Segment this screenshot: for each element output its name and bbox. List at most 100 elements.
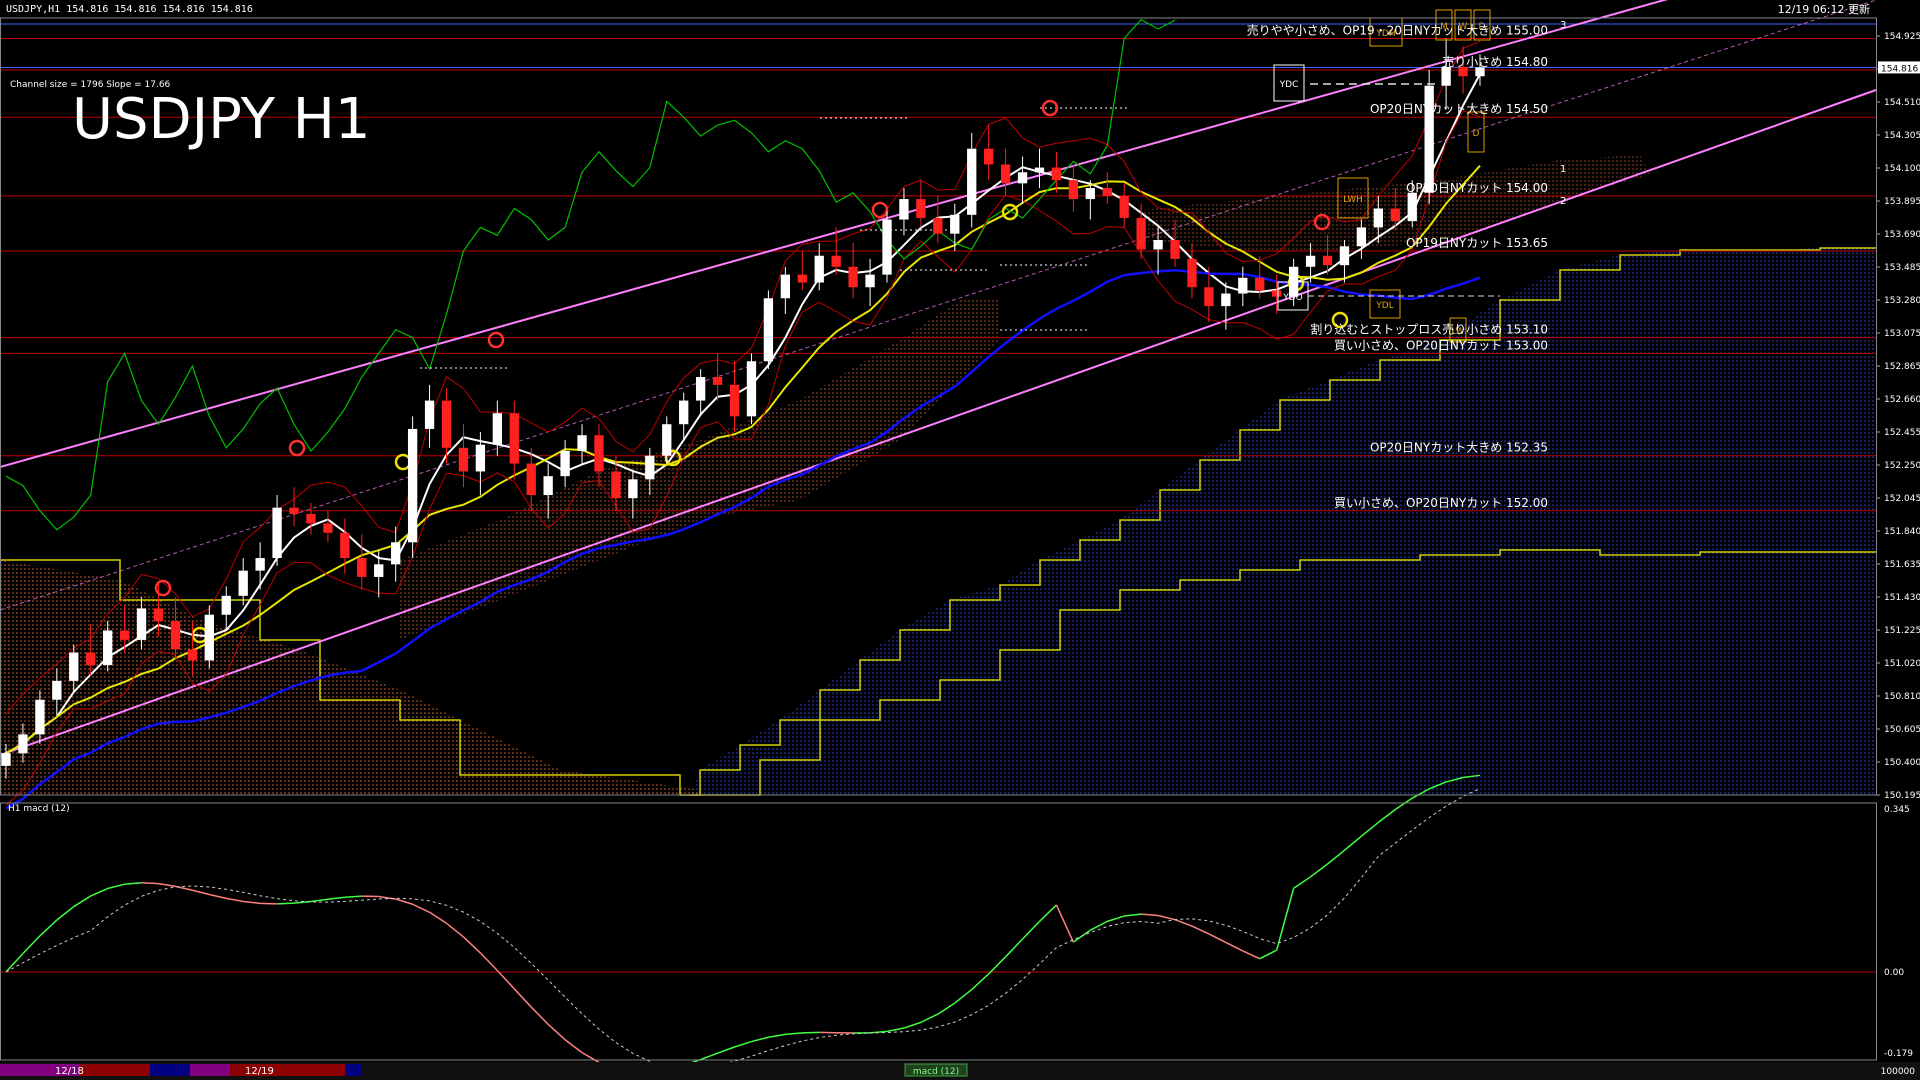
level-annotation: OP20日NYカット大きめ 152.35 (1370, 441, 1548, 455)
candle-body (289, 507, 299, 514)
candle-body (18, 734, 28, 754)
candle-body (865, 274, 875, 288)
candle-body (255, 558, 265, 571)
macd-signal (5, 788, 1481, 1070)
axis-tick-label: 154.305 (1884, 131, 1920, 141)
macd-line (344, 895, 362, 899)
macd-line (90, 887, 108, 897)
candle-body (679, 400, 689, 425)
macd-tick-label: 0.345 (1884, 805, 1910, 815)
session-segment (345, 1064, 362, 1076)
channel-mark: 3 (1560, 20, 1566, 31)
macd-line (5, 952, 24, 973)
macd-line (564, 1039, 583, 1054)
candle-body (119, 630, 130, 640)
macd-line (277, 902, 295, 905)
axis-tick-label: 153.895 (1884, 197, 1920, 207)
candle-body (424, 400, 435, 429)
candle-body (967, 148, 977, 215)
candle-body (526, 463, 536, 496)
symbol-info: USDJPY,H1 154.816 154.816 154.816 154.81… (6, 4, 253, 15)
macd-line (751, 1036, 769, 1043)
macd-line (530, 1006, 549, 1025)
axis-tick-label: 154.510 (1884, 98, 1920, 108)
session-segment (0, 1064, 50, 1076)
macd-line (429, 911, 447, 924)
macd-line (1174, 919, 1193, 927)
level-annotation: 買い小さめ、OP20日NYカット 153.00 (1334, 338, 1548, 352)
axis-tick-label: 150.605 (1884, 725, 1920, 735)
candle-body (1170, 240, 1180, 259)
macd-line (1107, 915, 1125, 923)
bottom-right-value: 100000 (1881, 1067, 1916, 1077)
macd-line (768, 1033, 786, 1039)
candle-body (509, 413, 519, 464)
macd-line (886, 1027, 905, 1033)
candle-body (153, 608, 164, 622)
candle-body (1136, 217, 1146, 250)
macd-line (547, 1023, 566, 1041)
level-annotation: 売り小さめ 154.80 (1442, 54, 1548, 69)
candle-body (69, 652, 79, 681)
candle-body (1356, 227, 1367, 247)
candle-body (1187, 258, 1197, 288)
candle-body (1322, 255, 1333, 266)
candle-body (543, 476, 553, 496)
macd-line (1293, 876, 1311, 889)
level-annotation: 買い小さめ、OP20日NYカット 152.00 (1334, 496, 1548, 510)
macd-line (1377, 808, 1396, 823)
macd-line (124, 881, 142, 885)
candle-body (340, 532, 350, 559)
candle-body (899, 199, 909, 220)
macd-line (1157, 914, 1176, 921)
macd-line (479, 952, 498, 971)
axis-tick-label: 152.045 (1884, 494, 1920, 504)
candle-body (52, 680, 62, 700)
axis-tick-label: 153.280 (1884, 296, 1920, 306)
chart-title: USDJPY H1 (72, 87, 370, 152)
candle-body (1102, 188, 1112, 196)
candle-body (848, 266, 858, 288)
candle-body (1, 753, 11, 766)
macd-line (971, 973, 990, 991)
candle-body (441, 400, 452, 448)
macd-line (1259, 949, 1278, 960)
macd-line (1055, 904, 1075, 943)
candle-body (170, 621, 181, 650)
macd-line (734, 1040, 752, 1048)
candle-body (1272, 290, 1282, 297)
level-annotation: OP20日NYカット大きめ 154.50 (1370, 102, 1548, 116)
pivot-signal (487, 331, 505, 349)
axis-tick-label: 153.690 (1884, 230, 1920, 240)
macd-line (496, 969, 515, 990)
axis-tick-label: 151.840 (1884, 527, 1920, 537)
pivot-signal (871, 201, 889, 219)
macd-line (1225, 941, 1244, 952)
axis-tick-label: 151.020 (1884, 659, 1920, 669)
candle-body (1017, 172, 1028, 184)
axis-tick-label: 154.925 (1884, 32, 1920, 42)
candle-body (204, 614, 214, 661)
candle-body (560, 450, 570, 477)
pivot-signal (288, 439, 306, 457)
macd-line (1327, 849, 1345, 865)
box-label: D (1473, 129, 1480, 139)
macd-line (1141, 913, 1159, 917)
candle-body (729, 384, 740, 417)
candle-body (323, 523, 333, 533)
candle-body (492, 413, 502, 445)
macd-line (920, 1013, 939, 1024)
macd-line (192, 889, 210, 896)
axis-tick-label: 151.635 (1884, 560, 1920, 570)
candle-body (1051, 167, 1062, 181)
macd-line (937, 1002, 956, 1015)
macd-line (1208, 933, 1227, 944)
chart-canvas: YDHYDCYDOYDLLWHM W DDLW 売りやや小さめ、OP19・20日NY… (0, 0, 1920, 1080)
channel-mark: 2 (1560, 196, 1566, 207)
level-annotation: 割り込むとストップロス売り小さめ 153.10 (1310, 322, 1548, 337)
macd-line (56, 905, 75, 921)
indicator-tab-label: macd (12) (913, 1067, 959, 1077)
candle-body (594, 435, 604, 472)
candle-body (712, 376, 723, 385)
candle-body (780, 274, 791, 299)
